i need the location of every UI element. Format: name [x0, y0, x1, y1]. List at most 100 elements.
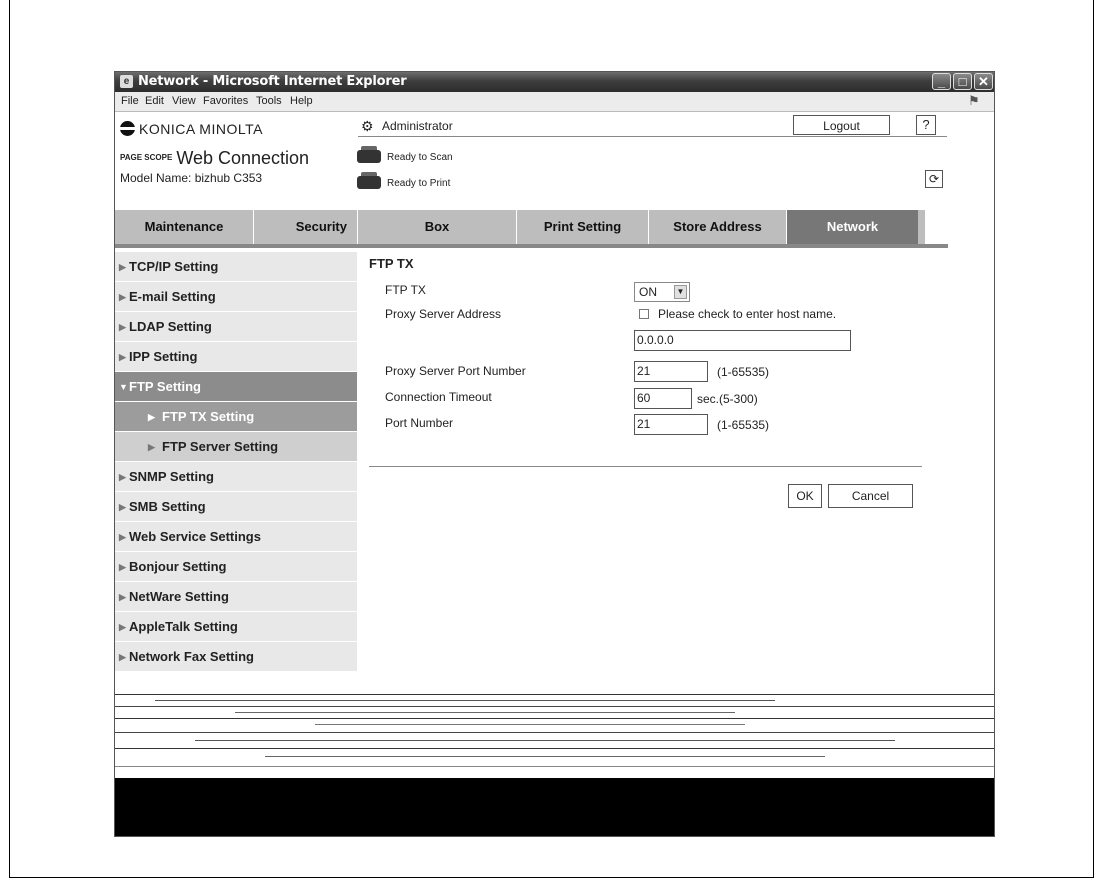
- menu-help[interactable]: Help: [290, 95, 313, 107]
- menu-edit[interactable]: Edit: [145, 95, 164, 107]
- sidebar-item-label: LDAP Setting: [129, 319, 212, 334]
- tab-store-address[interactable]: Store Address: [649, 210, 787, 244]
- ftp-tx-select[interactable]: ON ▼: [634, 282, 690, 302]
- model-label: Model Name:: [120, 171, 192, 185]
- triangle-right-icon: ▶: [119, 652, 126, 662]
- model-name: Model Name: bizhub C353: [120, 171, 262, 185]
- globe-icon: [120, 121, 135, 136]
- tab-network[interactable]: Network: [787, 210, 918, 244]
- product-name: Web Connection: [176, 148, 310, 168]
- sidebar-item-bonjour[interactable]: ▶ Bonjour Setting: [115, 552, 357, 582]
- triangle-right-icon: ▶: [119, 622, 126, 632]
- sidebar-item-label: Web Service Settings: [129, 529, 261, 544]
- sidebar-item-smb[interactable]: ▶ SMB Setting: [115, 492, 357, 522]
- menu-view[interactable]: View: [172, 95, 196, 107]
- scanner-icon: [355, 146, 383, 166]
- triangle-right-icon: ▶: [148, 442, 155, 452]
- proxy-port-input[interactable]: 21: [634, 361, 708, 382]
- sidebar-item-snmp[interactable]: ▶ SNMP Setting: [115, 462, 357, 492]
- tab-bar: Maintenance Security Box Print Setting S…: [115, 210, 925, 244]
- web-page: KONICA MINOLTA PAGE SCOPE Web Connection …: [115, 112, 994, 672]
- chevron-down-icon: ▼: [674, 285, 687, 299]
- timeout-hint: sec.(5-300): [697, 392, 758, 406]
- tab-underline: [115, 244, 948, 248]
- administrator-icon: ⚙: [361, 118, 374, 134]
- tab-maintenance[interactable]: Maintenance: [115, 210, 254, 244]
- sidebar-item-label: SMB Setting: [129, 499, 206, 514]
- browser-window: e Network - Microsoft Internet Explorer …: [114, 71, 995, 837]
- user-label: Administrator: [382, 119, 453, 133]
- menu-file[interactable]: File: [121, 95, 139, 107]
- triangle-right-icon: ▶: [119, 502, 126, 512]
- sidebar-item-web-service[interactable]: ▶ Web Service Settings: [115, 522, 357, 552]
- sidebar-item-ldap[interactable]: ▶ LDAP Setting: [115, 312, 357, 342]
- sidebar-item-label: SNMP Setting: [129, 469, 214, 484]
- triangle-right-icon: ▶: [119, 592, 126, 602]
- tab-print-setting[interactable]: Print Setting: [517, 210, 649, 244]
- triangle-right-icon: ▶: [119, 352, 126, 362]
- print-status: Ready to Print: [387, 178, 451, 189]
- minimize-button[interactable]: _: [932, 73, 951, 90]
- port-number-input[interactable]: 21: [634, 414, 708, 435]
- triangle-right-icon: ▶: [148, 412, 155, 422]
- sidebar-item-ftp-tx[interactable]: ▶ FTP TX Setting: [115, 402, 357, 432]
- triangle-right-icon: ▶: [119, 472, 126, 482]
- triangle-right-icon: ▶: [119, 562, 126, 572]
- header-divider: [358, 136, 947, 137]
- menu-tools[interactable]: Tools: [256, 95, 282, 107]
- sidebar-item-label: E-mail Setting: [129, 289, 216, 304]
- triangle-right-icon: ▶: [119, 322, 126, 332]
- sidebar: ▶ TCP/IP Setting ▶ E-mail Setting ▶ LDAP Se…: [115, 252, 357, 672]
- sidebar-item-email[interactable]: ▶ E-mail Setting: [115, 282, 357, 312]
- cancel-button[interactable]: Cancel: [828, 484, 913, 508]
- page: { "window": { "title": "Network - Micros…: [0, 0, 1103, 878]
- logout-button[interactable]: Logout: [793, 115, 890, 135]
- close-button[interactable]: ✕: [974, 73, 993, 90]
- sidebar-item-label: NetWare Setting: [129, 589, 229, 604]
- brand-text: KONICA MINOLTA: [139, 121, 263, 137]
- printer-icon: [355, 172, 383, 192]
- ie-icon: e: [120, 75, 133, 88]
- timeout-label: Connection Timeout: [385, 390, 492, 404]
- sidebar-item-network-fax[interactable]: ▶ Network Fax Setting: [115, 642, 357, 672]
- triangle-right-icon: ▶: [119, 292, 126, 302]
- title-bar: e Network - Microsoft Internet Explorer …: [115, 72, 994, 92]
- sidebar-item-ftp[interactable]: ▼ FTP Setting: [115, 372, 357, 402]
- hostname-checkbox[interactable]: [639, 309, 649, 319]
- sidebar-item-label: IPP Setting: [129, 349, 198, 364]
- timeout-input[interactable]: 60: [634, 388, 692, 409]
- ok-button[interactable]: OK: [788, 484, 822, 508]
- tab-box[interactable]: Box: [358, 210, 517, 244]
- menu-favorites[interactable]: Favorites: [203, 95, 248, 107]
- hostname-checkbox-label: Please check to enter host name.: [658, 307, 837, 321]
- triangle-down-icon: ▼: [119, 382, 128, 392]
- scan-noise-area: [115, 688, 994, 778]
- ftp-tx-value: ON: [639, 285, 657, 299]
- section-title: FTP TX: [369, 256, 414, 271]
- proxy-port-label: Proxy Server Port Number: [385, 364, 526, 378]
- black-bar: [115, 778, 994, 836]
- help-button[interactable]: ?: [916, 115, 936, 135]
- tab-security[interactable]: Security: [254, 210, 358, 244]
- konica-minolta-logo: KONICA MINOLTA: [120, 121, 263, 137]
- sidebar-item-ipp[interactable]: ▶ IPP Setting: [115, 342, 357, 372]
- sidebar-item-label: FTP Setting: [129, 379, 201, 394]
- model-value: bizhub C353: [194, 171, 263, 185]
- proxy-address-input[interactable]: 0.0.0.0: [634, 330, 851, 351]
- sidebar-item-label: Network Fax Setting: [129, 649, 254, 664]
- sidebar-item-netware[interactable]: ▶ NetWare Setting: [115, 582, 357, 612]
- pagescope-logo: PAGE SCOPE Web Connection: [120, 148, 309, 169]
- scan-status: Ready to Scan: [387, 152, 453, 163]
- form-divider: [369, 466, 922, 467]
- window-title: Network - Microsoft Internet Explorer: [138, 74, 407, 89]
- menu-bar: File Edit View Favorites Tools Help ⚑: [115, 92, 994, 112]
- maximize-button[interactable]: □: [953, 73, 972, 90]
- port-number-label: Port Number: [385, 416, 454, 430]
- port-number-hint: (1-65535): [717, 418, 770, 432]
- sidebar-item-ftp-server[interactable]: ▶ FTP Server Setting: [115, 432, 357, 462]
- sidebar-item-label: Bonjour Setting: [129, 559, 227, 574]
- refresh-icon[interactable]: ⟳: [925, 170, 943, 188]
- sidebar-item-label: FTP Server Setting: [162, 439, 279, 454]
- sidebar-item-tcpip[interactable]: ▶ TCP/IP Setting: [115, 252, 357, 282]
- sidebar-item-appletalk[interactable]: ▶ AppleTalk Setting: [115, 612, 357, 642]
